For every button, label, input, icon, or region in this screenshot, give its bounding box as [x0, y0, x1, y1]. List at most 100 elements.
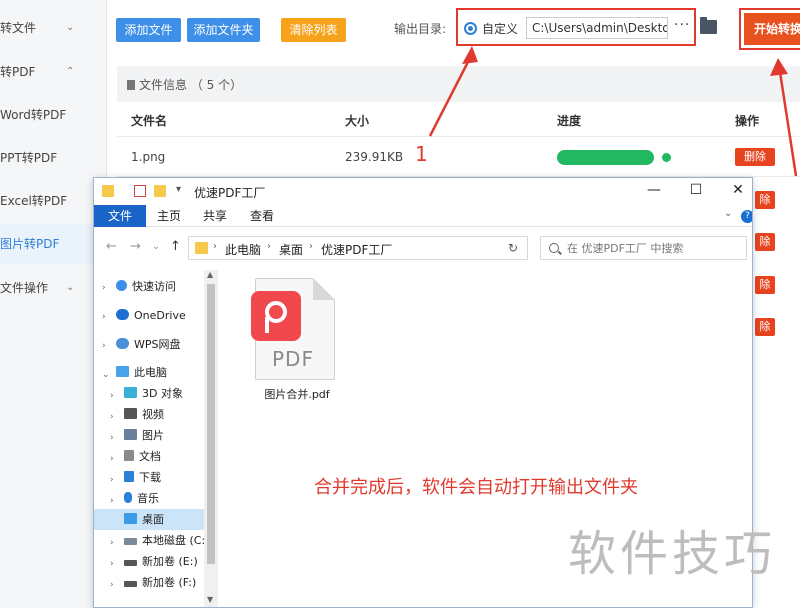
ribbon-expand-icon[interactable]: ⌄	[724, 208, 732, 219]
video-icon	[124, 408, 137, 419]
up-arrow-icon[interactable]: ↑	[170, 239, 181, 254]
breadcrumb-folder[interactable]: 优速PDF工厂	[321, 241, 392, 258]
nav-quick-access[interactable]: 快速访问	[116, 276, 176, 297]
file-size-cell: 239.91KB	[345, 150, 404, 164]
chevron-down-icon: ⌄	[66, 282, 75, 293]
collapse-icon[interactable]: ⌄	[102, 370, 110, 380]
expand-icon[interactable]: ›	[110, 454, 114, 464]
sidebar-item-label: 转文件	[0, 21, 37, 35]
add-folder-button[interactable]: 添加文件夹	[187, 18, 260, 42]
delete-button[interactable]: 删除	[735, 148, 775, 166]
expand-icon[interactable]: ›	[110, 496, 114, 506]
nav-downloads[interactable]: 下载	[124, 467, 161, 488]
more-icon[interactable]: ···	[674, 17, 690, 33]
clear-list-button[interactable]: 清除列表	[281, 18, 346, 42]
col-header-progress: 进度	[557, 114, 582, 128]
new-folder-icon[interactable]	[154, 185, 166, 197]
sidebar-item-image-to-pdf[interactable]: 图片转PDF	[0, 224, 107, 264]
nav-volume-e[interactable]: 新加卷 (E:)	[124, 551, 198, 572]
expand-icon[interactable]: ›	[110, 412, 114, 422]
properties-icon[interactable]	[134, 185, 146, 197]
search-box[interactable]	[540, 236, 747, 260]
picture-icon	[124, 429, 137, 440]
sidebar-item-label: 图片转PDF	[0, 237, 60, 251]
output-dir-highlight: 自定义 C:\Users\admin\Deskto ···	[456, 8, 696, 46]
scroll-up-icon[interactable]: ▲	[207, 270, 213, 279]
recent-dropdown-icon[interactable]: ⌄	[152, 241, 160, 252]
expand-icon[interactable]: ›	[102, 341, 106, 351]
minimize-button[interactable]: —	[644, 182, 664, 198]
expand-icon[interactable]: ›	[110, 391, 114, 401]
scroll-down-icon[interactable]: ▼	[207, 595, 213, 604]
watermark: 软件技巧	[568, 526, 777, 582]
nav-this-pc[interactable]: 此电脑	[116, 362, 167, 383]
add-file-button[interactable]: 添加文件	[116, 18, 181, 42]
search-input[interactable]	[567, 239, 742, 257]
breadcrumb-chevron-icon: ›	[213, 241, 217, 252]
sidebar-item-ppt-to-pdf[interactable]: PPT转PDF	[0, 138, 107, 178]
sidebar-item-convert-file[interactable]: 转文件 ⌄	[0, 8, 107, 48]
nav-desktop[interactable]: 桌面	[94, 509, 204, 530]
expand-icon[interactable]: ›	[102, 283, 106, 293]
expand-icon[interactable]: ›	[102, 312, 106, 322]
delete-button[interactable]: 除	[755, 191, 775, 209]
address-bar[interactable]: › 此电脑 › 桌面 › 优速PDF工厂 ⌄	[188, 236, 584, 260]
expand-icon[interactable]: ›	[110, 433, 114, 443]
start-convert-button[interactable]: 开始转换	[744, 13, 800, 45]
navigation-pane: › 快速访问 › OneDrive › WPS网盘 ⌄ 此电脑 › 3D 对象 …	[94, 270, 220, 607]
scroll-thumb[interactable]	[207, 284, 215, 564]
nav-documents[interactable]: 文档	[124, 446, 161, 467]
nav-music[interactable]: 音乐	[124, 488, 159, 509]
tab-file[interactable]: 文件	[94, 205, 146, 227]
sidebar-item-convert-pdf[interactable]: 转PDF ⌃	[0, 52, 107, 92]
file-name: 图片合并.pdf	[264, 388, 330, 401]
nav-volume-f[interactable]: 新加卷 (F:)	[124, 572, 196, 593]
download-icon	[124, 471, 134, 482]
sidebar-item-file-ops[interactable]: 文件操作 ⌄	[0, 268, 107, 308]
tab-view[interactable]: 查看	[245, 205, 279, 227]
forward-arrow-icon[interactable]: →	[130, 239, 141, 254]
col-header-name: 文件名	[131, 114, 168, 128]
nav-wps-drive[interactable]: WPS网盘	[116, 334, 181, 355]
delete-button[interactable]: 除	[755, 233, 775, 251]
nav-scrollbar[interactable]: ▲ ▼	[204, 270, 218, 607]
sidebar-item-excel-to-pdf[interactable]: Excel转PDF	[0, 181, 107, 221]
nav-videos[interactable]: 视频	[124, 404, 164, 425]
nav-3d-objects[interactable]: 3D 对象	[124, 383, 183, 404]
back-arrow-icon[interactable]: ←	[106, 239, 117, 254]
document-icon	[127, 80, 135, 90]
sidebar-item-word-to-pdf[interactable]: Word转PDF	[0, 95, 107, 135]
star-icon	[116, 280, 127, 291]
sidebar-item-label: 文件操作	[0, 281, 49, 295]
col-header-size: 大小	[345, 114, 370, 128]
breadcrumb-chevron-icon: ›	[309, 241, 313, 252]
expand-icon[interactable]: ›	[110, 580, 114, 590]
drive-icon	[124, 581, 137, 587]
title-bar: ▾ 优速PDF工厂 — ☐ ✕	[94, 178, 752, 205]
expand-icon[interactable]: ›	[110, 559, 114, 569]
file-item[interactable]: PDF 图片合并.pdf	[242, 278, 352, 408]
sidebar-item-label: Word转PDF	[0, 108, 67, 122]
help-icon[interactable]: ?	[741, 210, 752, 223]
divider	[117, 136, 800, 137]
expand-icon[interactable]: ›	[110, 538, 114, 548]
refresh-icon[interactable]: ↻	[508, 241, 518, 255]
delete-button[interactable]: 除	[755, 276, 775, 294]
search-icon	[549, 243, 559, 253]
breadcrumb-this-pc[interactable]: 此电脑	[225, 241, 261, 258]
tab-home[interactable]: 主页	[152, 205, 186, 227]
delete-button[interactable]: 除	[755, 318, 775, 336]
open-folder-icon[interactable]	[700, 17, 717, 34]
nav-local-disk-c[interactable]: 本地磁盘 (C:)	[124, 530, 209, 551]
expand-icon[interactable]: ›	[110, 475, 114, 485]
nav-pictures[interactable]: 图片	[124, 425, 164, 446]
computer-icon	[116, 366, 129, 377]
quick-access-dropdown-icon[interactable]: ▾	[176, 184, 181, 195]
close-button[interactable]: ✕	[728, 182, 748, 198]
nav-onedrive[interactable]: OneDrive	[116, 305, 186, 326]
output-path-input[interactable]: C:\Users\admin\Deskto	[526, 17, 668, 39]
custom-radio[interactable]	[464, 22, 477, 35]
tab-share[interactable]: 共享	[198, 205, 232, 227]
maximize-button[interactable]: ☐	[686, 182, 706, 198]
breadcrumb-desktop[interactable]: 桌面	[279, 241, 303, 258]
